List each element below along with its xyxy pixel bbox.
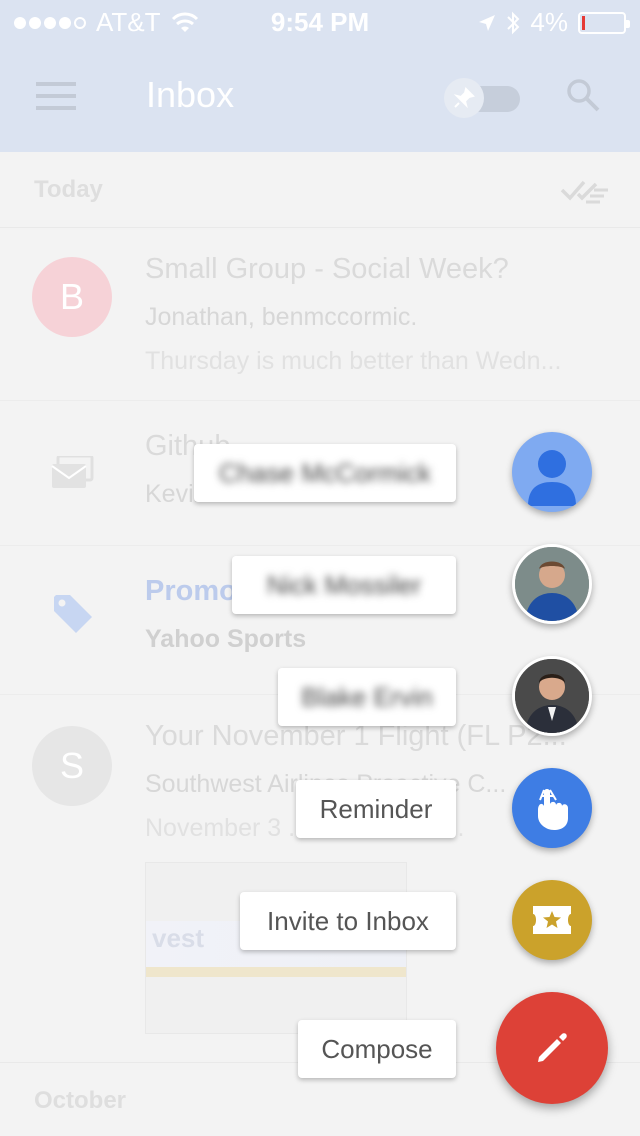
mail-icon [51,456,94,488]
tag-icon [54,595,92,633]
battery-percent: 4% [530,7,568,37]
reminder-button[interactable] [512,768,592,848]
search-icon[interactable] [566,78,600,112]
status-bar: AT&T 9:54 PM 4% [0,0,640,40]
item-senders: Yahoo Sports [145,625,307,653]
avatar: B [32,257,112,337]
reminder-finger-icon [538,789,568,830]
sweep-icon[interactable] [560,176,610,206]
contact-button-1[interactable] [512,432,592,512]
list-item[interactable]: B Small Group - Social Week? Jonathan, b… [0,229,640,401]
invite-button[interactable] [512,880,592,960]
app-bar: Inbox [0,40,640,152]
pin-icon [444,78,484,118]
pencil-icon [538,1033,567,1062]
pinned-toggle[interactable] [444,78,522,118]
item-snippet: Thursday is much better than Wedn... [145,347,562,375]
status-right: 4% [478,7,630,38]
thumbnail-logo: vest [152,923,205,953]
section-label-today: Today [34,176,103,203]
contact-photo-icon [515,547,589,621]
contact-avatar-3[interactable] [512,656,592,736]
location-arrow-icon [479,14,496,31]
bluetooth-icon [507,11,520,34]
avatar: S [32,726,112,806]
reminder-label[interactable]: Reminder [296,780,456,838]
person-icon [528,450,576,506]
invite-label[interactable]: Invite to Inbox [240,892,456,950]
contact-label-2[interactable]: Nick Mossiler [232,556,456,614]
contact-photo-icon [515,659,589,733]
contact-avatar-2[interactable] [512,544,592,624]
battery-icon [578,11,630,34]
item-subject: Small Group - Social Week? [145,253,509,285]
section-label-october: October [34,1087,127,1114]
page-title: Inbox [146,74,235,115]
section-header-today: Today [0,152,640,228]
menu-icon[interactable] [36,82,76,110]
item-senders: Jonathan, benmccormic. [145,303,418,331]
ticket-icon [533,906,571,934]
contact-label-1[interactable]: Chase McCormick [194,444,456,502]
inbox-list: Today B Small Group - Social Week? Jonat… [0,152,640,1136]
compose-button[interactable] [496,992,608,1104]
contact-label-3[interactable]: Blake Ervin [278,668,456,726]
compose-label[interactable]: Compose [298,1020,456,1078]
